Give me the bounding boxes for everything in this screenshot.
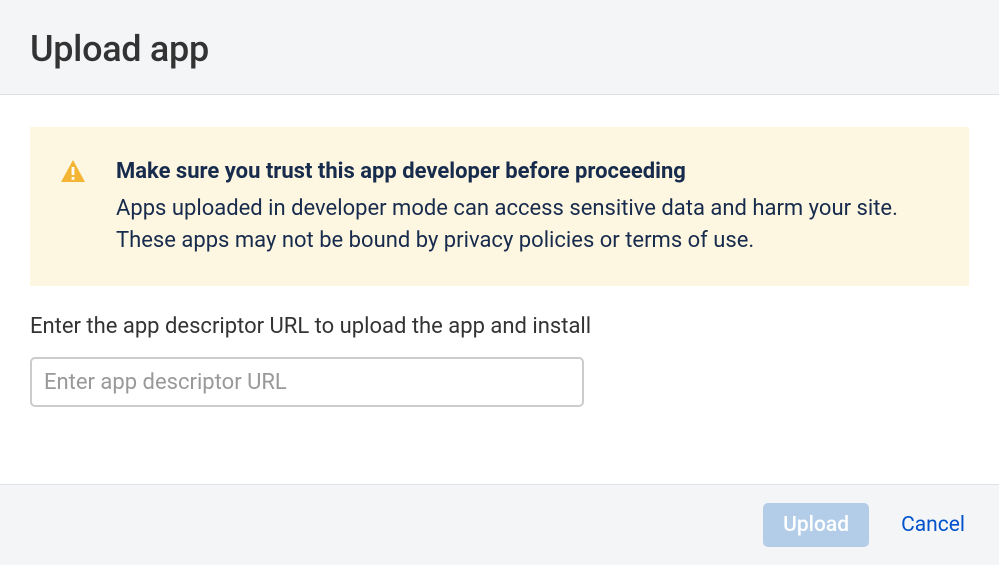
dialog-title: Upload app: [30, 28, 969, 70]
warning-panel: Make sure you trust this app developer b…: [30, 127, 969, 286]
dialog-header: Upload app: [0, 0, 999, 95]
warning-triangle-icon: [60, 159, 86, 187]
warning-title: Make sure you trust this app developer b…: [116, 157, 929, 187]
url-field-label: Enter the app descriptor URL to upload t…: [30, 314, 969, 339]
dialog-footer: Upload Cancel: [0, 484, 999, 565]
dialog-body: Make sure you trust this app developer b…: [0, 95, 999, 484]
upload-button[interactable]: Upload: [763, 503, 869, 547]
cancel-button[interactable]: Cancel: [897, 503, 969, 547]
app-descriptor-url-input[interactable]: [30, 357, 584, 407]
upload-app-dialog: Upload app Make sure you trust this app …: [0, 0, 999, 565]
warning-text: Make sure you trust this app developer b…: [116, 157, 929, 256]
warning-description: Apps uploaded in developer mode can acce…: [116, 193, 929, 257]
